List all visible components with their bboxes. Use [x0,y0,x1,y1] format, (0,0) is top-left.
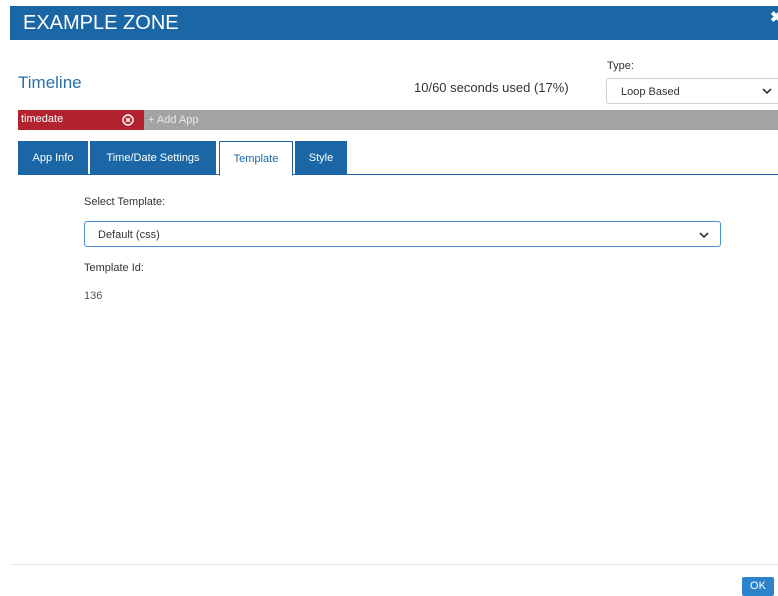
type-select-value: Loop Based [621,86,680,98]
close-icon[interactable]: ✖ [770,11,778,25]
tab-app-info[interactable]: App Info [18,141,88,175]
dialog-header: EXAMPLE ZONE ✖ [10,6,778,40]
template-select-value: Default (css) [98,229,160,241]
add-app-button[interactable]: + Add App [148,114,198,126]
app-chip-timedate[interactable]: timedate [18,110,144,130]
tab-style[interactable]: Style [295,141,347,175]
app-chip-label: timedate [21,113,64,125]
app-timeline-bar: timedate + Add App [18,110,778,130]
type-select[interactable]: Loop Based [606,78,778,104]
chevron-down-icon [762,88,772,95]
footer-divider [10,564,778,565]
tab-time-date-settings[interactable]: Time/Date Settings [90,141,216,175]
template-select[interactable]: Default (css) [84,221,721,247]
chevron-down-icon [699,232,709,239]
timeline-title: Timeline [18,73,82,92]
type-label: Type: [607,60,634,72]
template-id-value: 136 [84,290,103,302]
ok-button[interactable]: OK [742,577,774,596]
select-template-label: Select Template: [84,196,166,208]
template-id-label: Template Id: [84,262,144,274]
dialog-title: EXAMPLE ZONE [23,12,179,34]
circle-x-icon[interactable] [122,114,134,126]
tab-bar: App Info Time/Date Settings Template Sty… [18,141,778,176]
tab-template[interactable]: Template [219,141,293,176]
tab-divider [18,174,778,175]
usage-status: 10/60 seconds used (17%) [414,80,569,95]
